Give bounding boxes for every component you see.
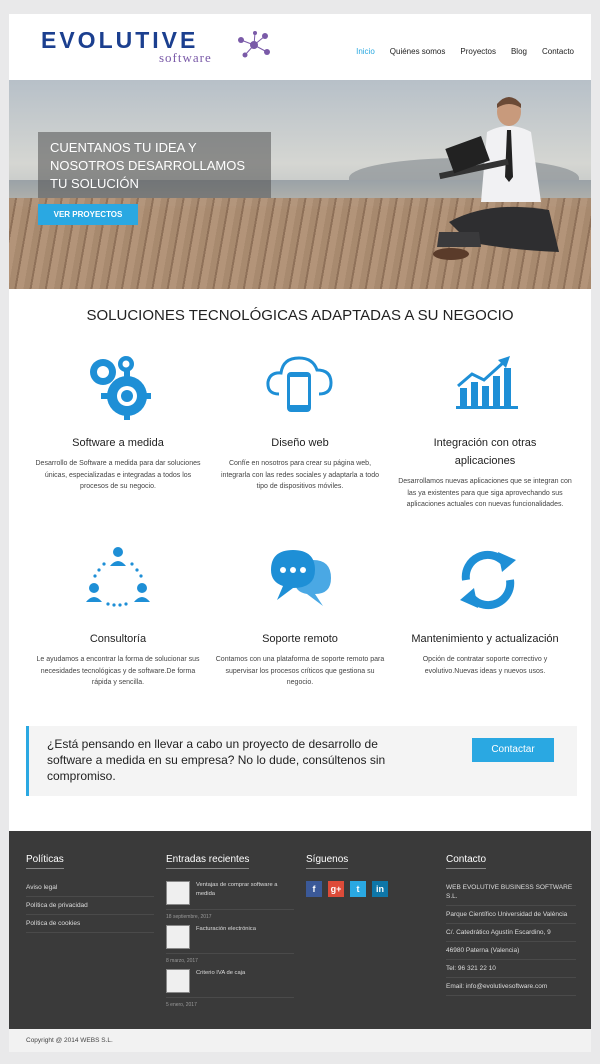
service-software-a-medida: Software a medida Desarrollo de Software… <box>33 434 203 493</box>
footer-heading: Entradas recientes <box>166 854 250 869</box>
nav-blog[interactable]: Blog <box>511 47 527 56</box>
page: EVOLUTIVE software Inicio Quiénes somos … <box>9 14 591 1052</box>
contact-email[interactable]: Email: info@evolutivesoftware.com <box>446 978 576 996</box>
contact-phone: Tel: 96 321 22 10 <box>446 960 576 978</box>
growth-chart-icon <box>456 356 518 409</box>
hero-caption: CUENTANOS TU IDEA Y NOSOTROS DESARROLLAM… <box>38 132 271 198</box>
social-links: f g+ t in <box>306 881 434 897</box>
contact-city: 46980 Paterna (Valencia) <box>446 942 576 960</box>
post-title: Facturación electrónica <box>196 926 256 932</box>
post-date: 5 enero, 2017 <box>166 1002 197 1008</box>
service-name: Soporte remoto <box>262 633 338 645</box>
post-thumbnail <box>166 969 190 993</box>
service-desc: Contamos con una plataforma de soporte r… <box>215 656 385 686</box>
service-name: Integración con otras aplicaciones <box>433 437 537 467</box>
footer-recent-posts: Entradas recientes Ventajas de comprar s… <box>166 849 294 1011</box>
footer-heading: Políticas <box>26 854 64 869</box>
service-desc: Le ayudamos a encontrar la forma de solu… <box>36 656 200 686</box>
service-desc: Desarrollo de Software a medida para dar… <box>35 460 201 490</box>
refresh-icon <box>460 550 516 610</box>
service-soporte-remoto: Soporte remoto Contamos con una platafor… <box>215 630 385 689</box>
service-mantenimiento: Mantenimiento y actualización Opción de … <box>397 630 573 677</box>
nav-proyectos[interactable]: Proyectos <box>460 47 496 56</box>
contactar-button[interactable]: Contactar <box>472 738 554 762</box>
molecule-icon <box>238 31 270 58</box>
logo-sub: software <box>159 50 212 65</box>
footer-heading: Contacto <box>446 854 487 869</box>
service-name: Diseño web <box>271 437 329 449</box>
recent-post[interactable]: Facturación electrónica <box>166 923 294 954</box>
nav-contacto[interactable]: Contacto <box>542 47 574 56</box>
post-title: Ventajas de comprar software a medida <box>196 882 278 897</box>
copyright-text: Copyright @ 2014 WEBS S.L. <box>26 1037 113 1044</box>
service-consultoria: Consultoría Le ayudamos a encontrar la f… <box>33 630 203 689</box>
service-name: Mantenimiento y actualización <box>411 633 559 645</box>
solutions-title: SOLUCIONES TECNOLÓGICAS ADAPTADAS A SU N… <box>86 307 514 324</box>
site-footer: Políticas Aviso legal Política de privac… <box>9 831 591 1029</box>
service-desc: Opción de contratar soporte correctivo y… <box>422 656 548 675</box>
contact-park: Parque Científico Universidad de Valènci… <box>446 906 576 924</box>
facebook-icon[interactable]: f <box>306 881 322 897</box>
service-name: Consultoría <box>89 633 147 645</box>
footer-contact: Contacto WEB EVOLUTIVE BUSINESS SOFTWARE… <box>446 849 576 996</box>
post-date: 8 marzo, 2017 <box>166 958 198 964</box>
copyright-bar: Copyright @ 2014 WEBS S.L. <box>9 1029 591 1052</box>
cloud-mobile-icon <box>266 356 333 412</box>
service-desc: Desarrollamos nuevas aplicaciones que se… <box>398 478 572 508</box>
logo-word: EVOLUTIVE <box>41 27 199 53</box>
link-aviso-legal[interactable]: Aviso legal <box>26 879 154 897</box>
gears-icon <box>90 356 151 420</box>
recent-post[interactable]: Criterio IVA de caja <box>166 967 294 998</box>
main-nav: Inicio Quiénes somos Proyectos Blog Cont… <box>356 47 574 56</box>
linkedin-icon[interactable]: in <box>372 881 388 897</box>
nav-inicio[interactable]: Inicio <box>356 47 375 56</box>
service-name: Software a medida <box>72 437 164 449</box>
cta-text: ¿Está pensando en llevar a cabo un proye… <box>47 737 386 783</box>
chat-bubbles-icon <box>271 550 331 606</box>
link-privacidad[interactable]: Política de privacidad <box>26 897 154 915</box>
service-diseno-web: Diseño web Confíe en nosotros para crear… <box>215 434 385 493</box>
google-plus-icon[interactable]: g+ <box>328 881 344 897</box>
service-desc: Confíe en nosotros para crear su página … <box>221 460 379 490</box>
ver-proyectos-button[interactable]: VER PROYECTOS <box>38 204 138 225</box>
contact-street: C/. Catedrático Agustín Escardino, 9 <box>446 924 576 942</box>
recent-post[interactable]: Ventajas de comprar software a medida <box>166 879 294 910</box>
cta-box: ¿Está pensando en llevar a cabo un proye… <box>26 726 577 796</box>
service-integracion: Integración con otras aplicaciones Desar… <box>397 434 573 511</box>
footer-heading: Síguenos <box>306 854 349 869</box>
post-thumbnail <box>166 881 190 905</box>
footer-follow: Síguenos f g+ t in <box>306 849 434 897</box>
post-thumbnail <box>166 925 190 949</box>
hero-title: CUENTANOS TU IDEA Y NOSOTROS DESARROLLAM… <box>50 140 246 191</box>
contact-company: WEB EVOLUTIVE BUSINESS SOFTWARE S.L. <box>446 879 576 906</box>
site-logo[interactable]: EVOLUTIVE software <box>41 27 270 65</box>
twitter-icon[interactable]: t <box>350 881 366 897</box>
network-people-icon <box>86 547 150 607</box>
nav-quienes-somos[interactable]: Quiénes somos <box>390 47 446 56</box>
post-date: 18 septiembre, 2017 <box>166 914 212 920</box>
post-title: Criterio IVA de caja <box>196 970 246 976</box>
hero-banner: CUENTANOS TU IDEA Y NOSOTROS DESARROLLAM… <box>9 80 591 289</box>
hero-businessman-image <box>433 97 559 260</box>
link-cookies[interactable]: Política de cookies <box>26 915 154 933</box>
footer-policies: Políticas Aviso legal Política de privac… <box>26 849 154 933</box>
site-header: EVOLUTIVE software Inicio Quiénes somos … <box>9 14 591 80</box>
